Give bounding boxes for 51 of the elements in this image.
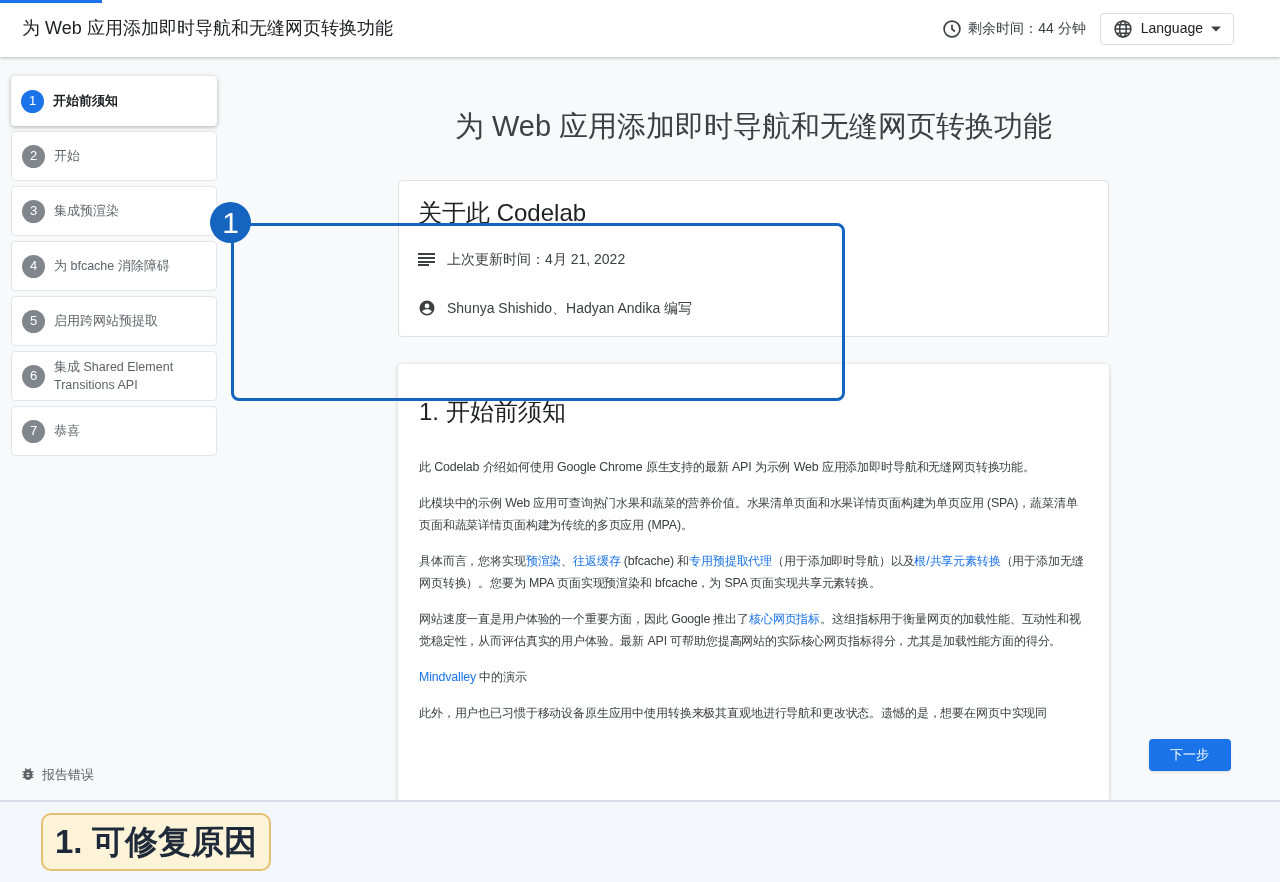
paragraph: 此外，用户也已习惯于移动设备原生应用中使用转换来极其直观地进行导航和更改状态。遗憾的是，想要在网页中实现同 bbox=[419, 704, 1049, 722]
paragraph: Mindvalley 中的演示 bbox=[419, 668, 528, 686]
text-link[interactable]: Mindvalley bbox=[419, 669, 477, 684]
step-number: 4 bbox=[22, 254, 45, 278]
step-number: 5 bbox=[22, 309, 45, 333]
step-number: 6 bbox=[22, 364, 45, 388]
paragraph: 此 Codelab 介绍如何使用 Google Chrome 原生支持的最新 API 为示例 Web 应用添加即时导航和无缝网页转换功能。 bbox=[419, 458, 1037, 476]
clock-icon bbox=[942, 18, 963, 39]
time-remaining: 剩余时间：44 分钟 bbox=[968, 19, 1086, 38]
person-icon bbox=[418, 299, 436, 317]
report-bug-link[interactable]: 报告错误 bbox=[20, 764, 217, 784]
step-item[interactable]: 2 开始 bbox=[11, 131, 217, 181]
step-label: 开始前须知 bbox=[53, 93, 118, 110]
page-title: 为 Web 应用添加即时导航和无缝网页转换功能 bbox=[453, 109, 1054, 144]
text-link[interactable]: 核心网页指标 bbox=[749, 611, 821, 626]
text-link[interactable]: 根/共享元素转换 bbox=[914, 553, 1001, 568]
text-link[interactable]: 往返缓存 bbox=[573, 553, 621, 568]
bug-icon bbox=[20, 766, 36, 783]
step-label: 集成 Shared Element Transitions API bbox=[54, 359, 175, 394]
step-number: 1 bbox=[21, 89, 44, 113]
step-number: 7 bbox=[22, 419, 45, 443]
step-item[interactable]: 6 集成 Shared Element Transitions API bbox=[11, 351, 217, 401]
step-item[interactable]: 7 恭喜 bbox=[11, 406, 217, 456]
section-title: 1. 开始前须知 bbox=[419, 396, 567, 427]
step-item[interactable]: 3 集成预渲染 bbox=[11, 186, 217, 236]
notes-icon bbox=[418, 252, 435, 266]
text-link[interactable]: 预渲染 bbox=[525, 553, 562, 568]
marker-badge: 1 bbox=[210, 202, 251, 243]
step-label: 为 bfcache 消除障碍 bbox=[54, 258, 170, 275]
step-label: 恭喜 bbox=[54, 423, 80, 440]
last-updated: 上次更新时间：4月 21, 2022 bbox=[447, 249, 626, 269]
authors: Shunya Shishido、Hadyan Andika 编写 bbox=[447, 298, 693, 318]
text-link[interactable]: 专用预提取代理 bbox=[689, 553, 773, 568]
window-title: 为 Web 应用添加即时导航和无缝网页转换功能 bbox=[22, 17, 393, 40]
step-item[interactable]: 1 开始前须知 bbox=[11, 76, 217, 126]
next-button[interactable]: 下一步 bbox=[1148, 739, 1231, 771]
language-button[interactable]: Language bbox=[1099, 12, 1234, 45]
step-label: 开始 bbox=[54, 148, 80, 165]
caption-label: 1. 可修复原因 bbox=[41, 813, 271, 871]
card-title: 关于此 Codelab bbox=[418, 197, 588, 228]
step-number: 2 bbox=[22, 144, 45, 168]
caret-icon bbox=[1211, 25, 1221, 32]
step-item[interactable]: 5 启用跨网站预提取 bbox=[11, 296, 217, 346]
paragraph: 具体而言，您将实现预渲染、往返缓存 (bfcache) 和专用预提取代理（用于添加即时导航）以及根/共享元素转换（用于添加无缝网页转换）。您要为 MPA 页面实现预渲染和 bfcache，为 SPA 页面实现共享元素转换。 bbox=[419, 552, 1085, 592]
step-item[interactable]: 4 为 bfcache 消除障碍 bbox=[11, 241, 217, 291]
paragraph: 此模块中的示例 Web 应用可查询热门水果和蔬菜的营养价值。水果清单页面和水果详情页面构建为单页应用 (SPA)，蔬菜清单页面和蔬菜详情页面构建为传统的多页应用 (MPA)。 bbox=[419, 494, 1079, 534]
step-label: 集成预渲染 bbox=[54, 203, 119, 220]
step-number: 3 bbox=[22, 199, 45, 223]
globe-icon bbox=[1112, 18, 1133, 39]
paragraph: 网站速度一直是用户体验的一个重要方面，因此 Google 推出了核心网页指标。这组指标用于衡量网页的加载性能、互动性和视觉稳定性，从而评估真实的用户体验。最新 API 可帮助您提高网站的实际核心网页指标得分，尤其是加载性能方面的得分。 bbox=[419, 610, 1082, 650]
step-label: 启用跨网站预提取 bbox=[54, 313, 158, 330]
